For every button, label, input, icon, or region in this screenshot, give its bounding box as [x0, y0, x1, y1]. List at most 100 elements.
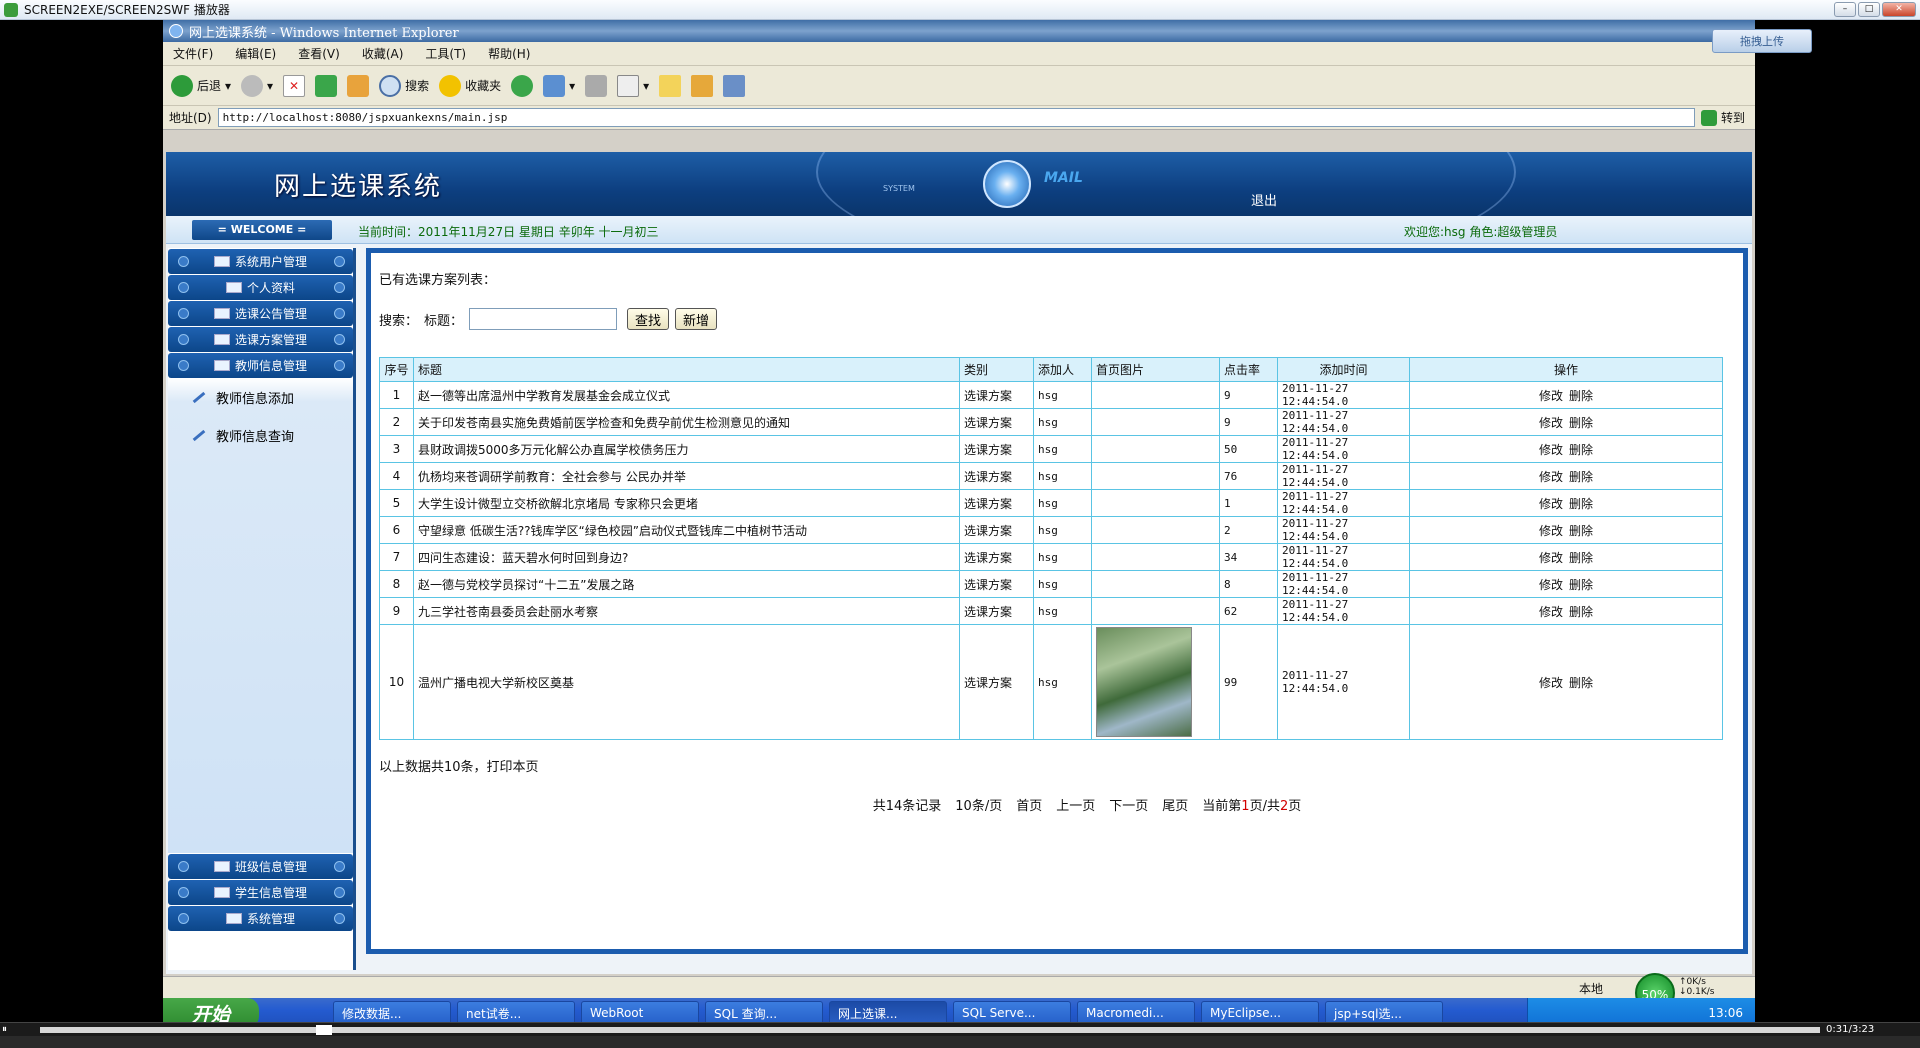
pager-first[interactable]: 首页 [1016, 795, 1042, 814]
row-time: 2011-11-27 12:44:54.0 [1277, 381, 1410, 409]
seek-bar[interactable] [40, 1027, 1820, 1033]
pager-total: 共14条记录 [872, 799, 942, 814]
sidebar-item-students[interactable]: 学生信息管理 [168, 880, 353, 905]
delete-link[interactable]: 删除 [1569, 524, 1593, 538]
title-search-input[interactable] [469, 308, 618, 330]
sidebar-item-system[interactable]: 系统管理 [168, 906, 353, 931]
messenger-button[interactable] [723, 74, 746, 97]
delete-link[interactable]: 删除 [1569, 443, 1593, 457]
row-clicks: 1 [1219, 489, 1278, 517]
col-clicks: 点击率 [1219, 357, 1278, 382]
row-actions: 修改 删除 [1409, 408, 1723, 436]
minimize-button[interactable]: – [1834, 2, 1856, 17]
delete-link[interactable]: 删除 [1569, 416, 1593, 430]
url-field[interactable]: http://localhost:8080/jspxuankexns/main.… [217, 108, 1695, 127]
row-title: 温州广播电视大学新校区奠基 [413, 624, 960, 740]
delete-link[interactable]: 删除 [1569, 389, 1593, 403]
row-category: 选课方案 [959, 381, 1034, 409]
row-title: 仇杨均来苍调研学前教育：全社会参与 公民办并举 [413, 462, 960, 490]
print-button[interactable] [585, 74, 608, 97]
col-no: 序号 [379, 357, 414, 382]
row-clicks: 2 [1219, 516, 1278, 544]
edit-link[interactable]: 修改 [1539, 497, 1563, 511]
mail-button[interactable]: ▾ [543, 74, 575, 97]
sidebar-item-plans[interactable]: 选课方案管理 [168, 327, 353, 352]
site-title: 网上选课系统 [274, 172, 443, 202]
main-content: 已有选课方案列表： 搜索： 标题： 查找 新增 序号 标题 类别 添加人 首页图… [366, 248, 1748, 954]
row-category: 选课方案 [959, 624, 1034, 740]
row-actions: 修改 删除 [1409, 570, 1723, 598]
row-actions: 修改 删除 [1409, 381, 1723, 409]
envelope-icon [213, 360, 230, 371]
pager-current: 当前第1页/共2页 [1202, 799, 1302, 814]
seek-handle[interactable] [316, 1025, 332, 1035]
menu-view[interactable]: 查看(V) [298, 45, 340, 62]
pager-prev[interactable]: 上一页 [1056, 795, 1095, 814]
menu-file[interactable]: 文件(F) [173, 45, 213, 62]
sidebar-sub-teacher-query[interactable]: 教师信息查询 [168, 416, 353, 454]
maximize-button[interactable]: □ [1858, 2, 1880, 17]
delete-link[interactable]: 删除 [1569, 497, 1593, 511]
history-button[interactable] [511, 74, 534, 97]
edit-link[interactable]: 修改 [1539, 443, 1563, 457]
search-button[interactable]: 搜索 [379, 74, 429, 97]
row-adder: hsg [1033, 543, 1092, 571]
stop-button[interactable]: ✕ [283, 74, 306, 97]
col-image: 首页图片 [1091, 357, 1220, 382]
search-button[interactable]: 查找 [627, 308, 670, 330]
delete-link[interactable]: 删除 [1569, 605, 1593, 619]
menu-edit[interactable]: 编辑(E) [235, 45, 276, 62]
row-image [1091, 597, 1220, 625]
menu-tools[interactable]: 工具(T) [425, 45, 466, 62]
table-row: 8 赵一德与党校学员探讨“十二五”发展之路 选课方案 hsg 8 2011-11-27 1… [379, 570, 1723, 598]
edit-link[interactable]: 修改 [1539, 416, 1563, 430]
pager-next[interactable]: 下一页 [1109, 795, 1148, 814]
pause-button[interactable]: ⏸ [2, 1024, 7, 1035]
edit-link[interactable]: 修改 [1539, 389, 1563, 403]
folder-button[interactable] [659, 74, 682, 97]
delete-link[interactable]: 删除 [1569, 470, 1593, 484]
edit-link[interactable]: 修改 [1539, 605, 1563, 619]
sidebar-item-notices[interactable]: 选课公告管理 [168, 301, 353, 326]
forward-button[interactable]: ▾ [241, 74, 273, 97]
edit-link[interactable]: 修改 [1539, 524, 1563, 538]
plans-table: 序号 标题 类别 添加人 首页图片 点击率 添加时间 操作 1 赵一德等出席温州中… [379, 357, 1723, 740]
sidebar-item-sys-users[interactable]: 系统用户管理 [168, 249, 353, 274]
menu-favorites[interactable]: 收藏(A) [362, 45, 404, 62]
delete-link[interactable]: 删除 [1569, 578, 1593, 592]
research-button[interactable] [691, 74, 714, 97]
sidebar-item-teachers[interactable]: 教师信息管理 [168, 353, 353, 378]
pager-last[interactable]: 尾页 [1162, 795, 1188, 814]
sidebar-item-classes[interactable]: 班级信息管理 [168, 854, 353, 879]
home-button[interactable] [347, 74, 370, 97]
row-time: 2011-11-27 12:44:54.0 [1277, 624, 1410, 740]
menu-help[interactable]: 帮助(H) [488, 45, 530, 62]
back-button[interactable]: 后退 ▾ [171, 74, 231, 97]
refresh-button[interactable] [315, 74, 338, 97]
row-actions: 修改 删除 [1409, 543, 1723, 571]
row-image [1091, 462, 1220, 490]
play-time: 0:31/3:23 [1826, 1024, 1875, 1035]
favorites-button[interactable]: 收藏夹 [439, 74, 501, 97]
row-no: 10 [379, 624, 414, 740]
row-clicks: 76 [1219, 462, 1278, 490]
welcome-bar: = WELCOME = 当前时间：2011年11月27日 星期日 辛卯年 十一月… [166, 216, 1752, 244]
go-button[interactable]: 转到 [1700, 109, 1755, 126]
edit-link[interactable]: 修改 [1539, 470, 1563, 484]
delete-link[interactable]: 删除 [1569, 551, 1593, 565]
edit-link[interactable]: 修改 [1539, 551, 1563, 565]
delete-link[interactable]: 删除 [1569, 676, 1593, 690]
add-button[interactable]: 新增 [675, 308, 718, 330]
envelope-icon [213, 887, 230, 898]
sidebar-sub-teacher-add[interactable]: 教师信息添加 [168, 378, 353, 416]
row-title: 大学生设计微型立交桥欲解北京堵局 专家称只会更堵 [413, 489, 960, 517]
upload-button[interactable]: 拖拽上传 [1712, 29, 1812, 53]
sidebar-item-profile[interactable]: 个人资料 [168, 275, 353, 300]
mail-icon [543, 74, 566, 97]
close-button[interactable]: ✕ [1882, 2, 1916, 17]
edit-button[interactable]: ▾ [617, 74, 649, 97]
edit-link[interactable]: 修改 [1539, 676, 1563, 690]
row-time: 2011-11-27 12:44:54.0 [1277, 489, 1410, 517]
edit-link[interactable]: 修改 [1539, 578, 1563, 592]
logout-link[interactable]: 退出 [1251, 190, 1277, 209]
